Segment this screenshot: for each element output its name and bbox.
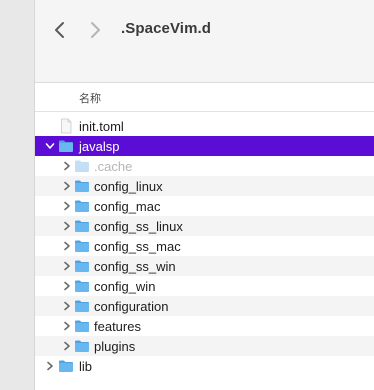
chevron-right-icon — [91, 22, 100, 38]
list-item[interactable]: features — [35, 316, 374, 336]
item-name: config_ss_linux — [94, 219, 183, 234]
disclosure-right-icon[interactable] — [61, 280, 73, 292]
folder-icon — [74, 198, 90, 214]
folder-icon — [74, 218, 90, 234]
item-name: plugins — [94, 339, 136, 354]
file-list: init.toml javalsp .cache config_linuxconfig… — [35, 116, 374, 376]
item-name: lib — [79, 359, 93, 374]
item-name: features — [94, 319, 141, 334]
list-item[interactable]: .cache — [35, 156, 374, 176]
column-header: 名称 — [35, 83, 374, 112]
item-name: configuration — [94, 299, 169, 314]
disclosure-right-icon[interactable] — [61, 160, 73, 172]
item-name: javalsp — [79, 139, 120, 154]
list-item[interactable]: config_mac — [35, 196, 374, 216]
window-title: .SpaceVim.d — [121, 20, 212, 37]
disclosure-right-icon[interactable] — [61, 260, 73, 272]
folder-icon — [74, 258, 90, 274]
item-name: .cache — [94, 159, 133, 174]
toolbar: .SpaceVim.d — [35, 0, 374, 83]
folder-icon — [74, 318, 90, 334]
list-item[interactable]: config_ss_win — [35, 256, 374, 276]
list-item[interactable]: javalsp — [35, 136, 374, 156]
list-item[interactable]: init.toml — [35, 116, 374, 136]
list-item[interactable]: configuration — [35, 296, 374, 316]
list-item[interactable]: plugins — [35, 336, 374, 356]
list-item[interactable]: config_win — [35, 276, 374, 296]
item-name: config_win — [94, 279, 156, 294]
folder-icon — [74, 278, 90, 294]
disclosure-right-icon[interactable] — [61, 220, 73, 232]
list-item[interactable]: config_ss_linux — [35, 216, 374, 236]
folder-icon — [58, 358, 74, 374]
list-item[interactable]: lib — [35, 356, 374, 376]
list-item[interactable]: config_linux — [35, 176, 374, 196]
folder-icon — [74, 158, 90, 174]
sidebar-edge — [0, 0, 35, 390]
folder-icon — [74, 298, 90, 314]
item-name: init.toml — [79, 119, 124, 134]
item-name: config_linux — [94, 179, 163, 194]
disclosure-down-icon[interactable] — [44, 140, 56, 152]
folder-icon — [74, 178, 90, 194]
disclosure-right-icon[interactable] — [44, 360, 56, 372]
chevron-left-icon — [55, 22, 64, 38]
disclosure-right-icon[interactable] — [61, 340, 73, 352]
back-button[interactable] — [49, 19, 71, 41]
document-icon — [58, 118, 74, 134]
disclosure-right-icon[interactable] — [61, 240, 73, 252]
folder-icon — [58, 138, 74, 154]
item-name: config_mac — [94, 199, 161, 214]
folder-icon — [74, 338, 90, 354]
forward-button[interactable] — [84, 19, 106, 41]
folder-icon — [74, 238, 90, 254]
item-name: config_ss_win — [94, 259, 176, 274]
item-name: config_ss_mac — [94, 239, 181, 254]
disclosure-right-icon[interactable] — [61, 180, 73, 192]
disclosure-right-icon[interactable] — [61, 200, 73, 212]
column-header-name[interactable]: 名称 — [79, 90, 101, 106]
disclosure-right-icon[interactable] — [61, 320, 73, 332]
disclosure-right-icon[interactable] — [61, 300, 73, 312]
list-item[interactable]: config_ss_mac — [35, 236, 374, 256]
